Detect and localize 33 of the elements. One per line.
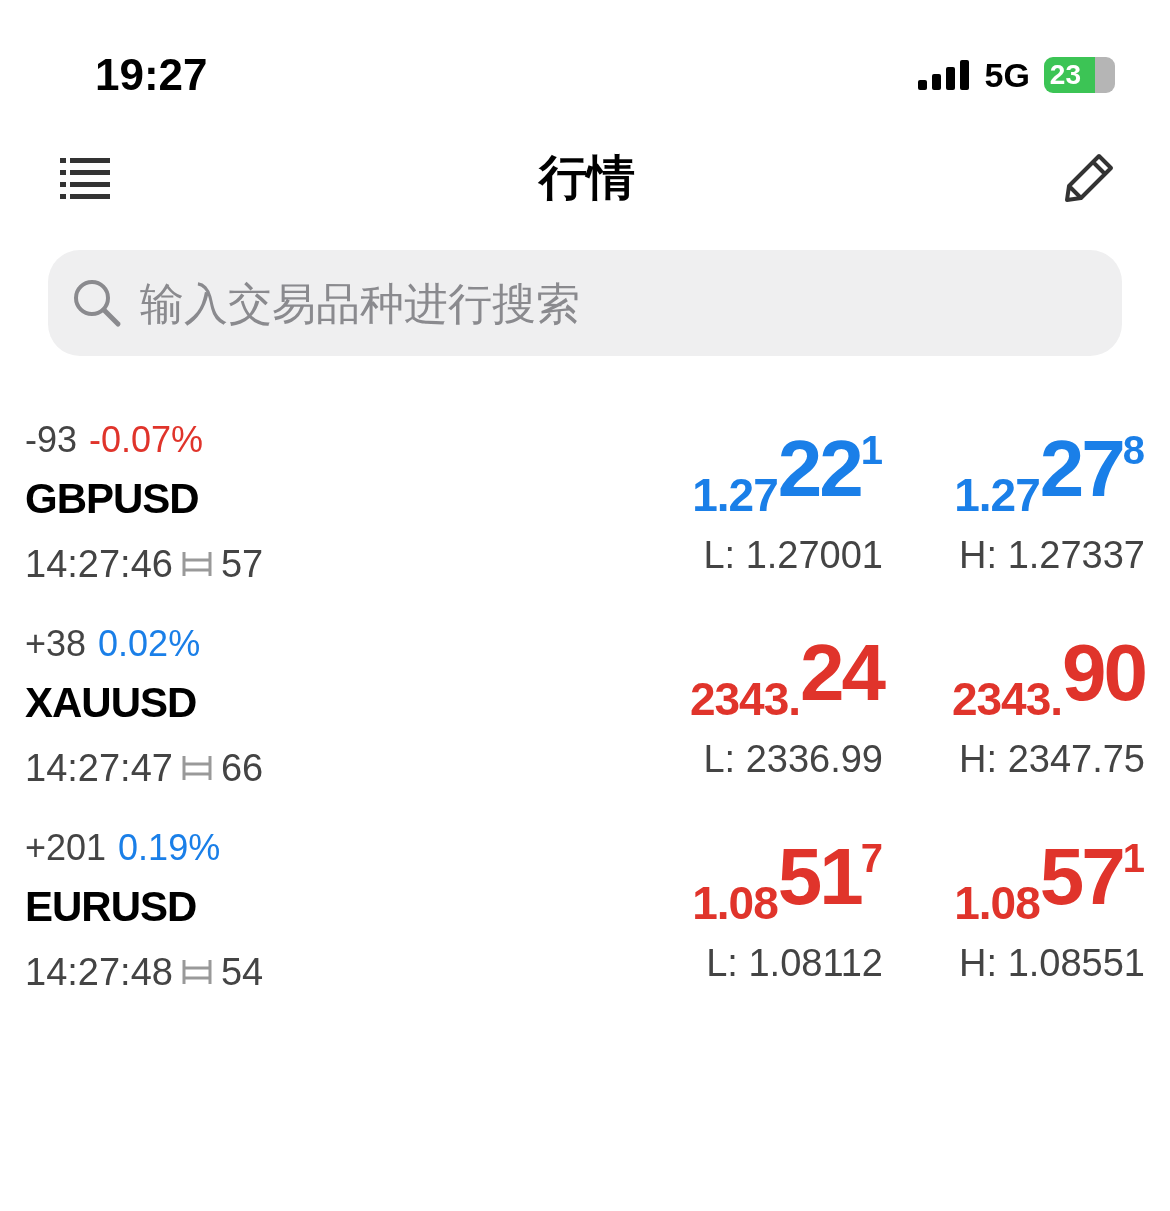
change-points: -93: [25, 419, 78, 461]
spread-icon: [180, 754, 213, 782]
low-price: L: 2336.99: [703, 738, 883, 781]
search-field[interactable]: 输入交易品种进行搜索: [48, 250, 1122, 356]
spread-icon: [180, 958, 213, 986]
signal-icon: [918, 60, 971, 90]
spread-value: 54: [220, 950, 264, 994]
symbol-name[interactable]: EURUSD: [25, 872, 621, 942]
high-price: H: 1.27337: [959, 534, 1145, 577]
symbol-name[interactable]: XAUUSD: [25, 668, 621, 738]
spread-value: 66: [220, 746, 264, 790]
change-percent: 0.19%: [118, 827, 221, 869]
search-icon: [72, 278, 122, 328]
quote-time: 14:27:46: [25, 542, 173, 586]
spread-value: 57: [220, 542, 264, 586]
change-percent: -0.07%: [89, 419, 204, 461]
quote-time: 14:27:48: [25, 950, 173, 994]
spread-icon: [180, 550, 213, 578]
high-price: H: 2347.75: [959, 738, 1145, 781]
menu-icon[interactable]: [60, 156, 110, 200]
low-price: L: 1.27001: [703, 534, 883, 577]
symbol-name[interactable]: GBPUSD: [25, 464, 621, 534]
quote-time: 14:27:47: [25, 746, 173, 790]
change-percent: 0.02%: [98, 623, 201, 665]
pencil-icon[interactable]: [1063, 152, 1115, 204]
change-points: +201: [25, 827, 107, 869]
battery-level: 23: [1043, 57, 1115, 93]
change-points: +38: [25, 623, 87, 665]
network-label: 5G: [984, 55, 1030, 95]
high-price: H: 1.08551: [959, 942, 1145, 985]
page-title: 行情: [538, 148, 635, 207]
low-price: L: 1.08112: [706, 942, 883, 985]
status-time: 19:27: [95, 50, 208, 100]
